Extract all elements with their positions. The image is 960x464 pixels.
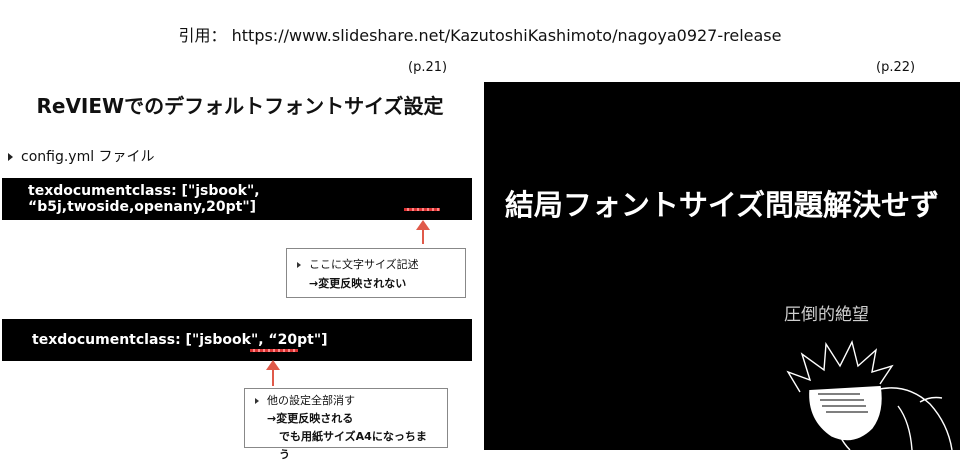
citation-label: 引用： [178,26,227,45]
code-block-2: texdocumentclass: ["jsbook", “20pt"] [2,319,472,361]
slide-right: 結局フォントサイズ問題解決せず 圧倒的絶望 [484,82,960,450]
bullet-triangle-icon [255,398,259,404]
source-citation: 引用： https://www.slideshare.net/Kazutoshi… [0,22,960,46]
slide-left: ReVIEWでのデフォルトフォントサイズ設定 config.yml ファイル t… [0,82,480,461]
arrow-up-icon [416,220,430,230]
slide-headline: 結局フォントサイズ問題解決せず [504,188,940,222]
citation-url[interactable]: https://www.slideshare.net/KazutoshiKash… [232,26,782,45]
slide-title: ReVIEWでのデフォルトフォントサイズ設定 [36,94,444,118]
bullet-text: config.yml ファイル [21,149,155,165]
arrow-1-shaft [422,228,424,244]
callout-1-line1: ここに文字サイズ記述 [309,258,419,271]
bullet-triangle-icon [297,262,301,268]
bullet-triangle-icon [8,153,13,161]
callout-2-line3: でも用紙サイズA4になっちまう [279,430,427,461]
code-block-1: texdocumentclass: ["jsbook", “b5j,twosid… [2,178,472,220]
callout-2: 他の設定全部消す →変更反映される でも用紙サイズA4になっちまう [244,388,448,461]
slide-caption: 圧倒的絶望 [784,305,869,325]
highlight-underline-1 [404,208,440,211]
arrow-up-icon [266,360,280,370]
arrow-2-shaft [272,368,274,386]
page-number-right: (p.22) [876,60,916,75]
code-text-2: texdocumentclass: ["jsbook", “20pt"] [32,332,328,348]
page-number-left: (p.21) [408,60,448,75]
bullet-config-file: config.yml ファイル [8,146,155,166]
highlight-underline-2 [250,349,298,352]
callout-2-line1: 他の設定全部消す [267,394,355,407]
callout-1: ここに文字サイズ記述 →変更反映されない [286,248,466,298]
despair-manga-illustration [786,339,953,450]
callout-1-line2: →変更反映されない [309,277,407,290]
callout-2-line2: →変更反映される [267,412,354,425]
